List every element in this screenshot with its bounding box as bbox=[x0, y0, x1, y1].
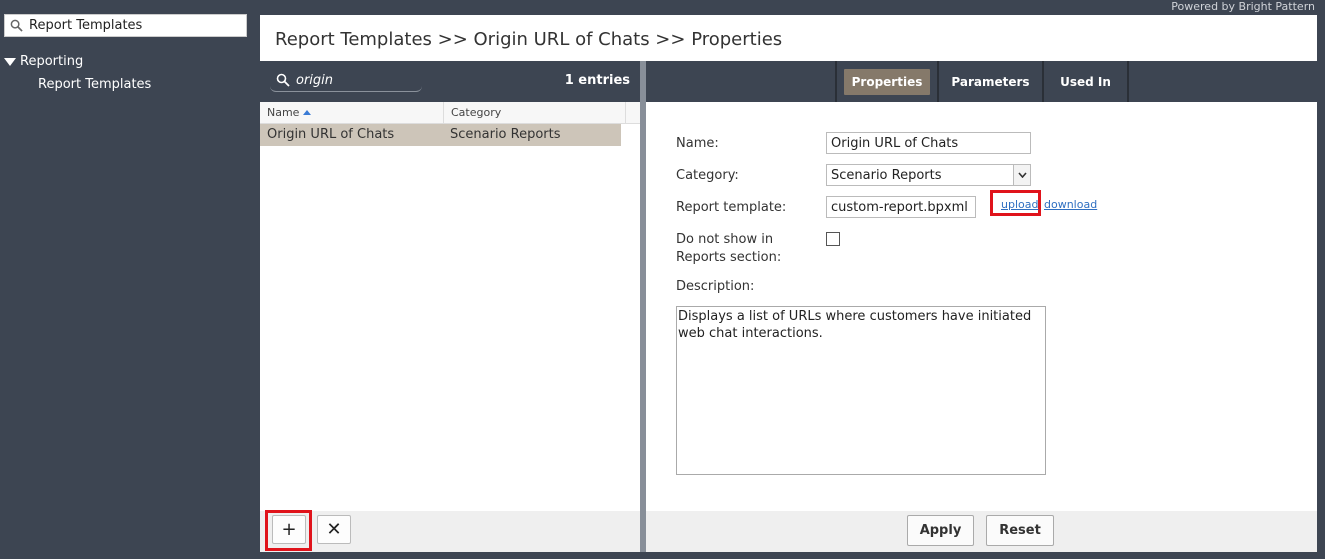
chevron-down-icon[interactable] bbox=[1013, 165, 1030, 185]
tabs-bar: Properties Parameters Used In bbox=[646, 61, 1317, 102]
list-search[interactable] bbox=[270, 69, 422, 92]
tab-properties-label: Properties bbox=[843, 68, 931, 95]
report-template-label: Report template: bbox=[676, 200, 787, 215]
row-name-cell: Origin URL of Chats bbox=[267, 127, 395, 142]
category-select-value: Scenario Reports bbox=[831, 168, 942, 183]
tab-used-in[interactable]: Used In bbox=[1042, 61, 1129, 102]
hide-in-reports-label-line2: Reports section: bbox=[676, 250, 782, 265]
grid-header: Name Category bbox=[260, 102, 640, 124]
tab-parameters-label: Parameters bbox=[951, 74, 1030, 89]
tree-item-report-templates[interactable]: Report Templates bbox=[38, 77, 151, 92]
category-select[interactable]: Scenario Reports bbox=[826, 164, 1031, 186]
report-template-field[interactable] bbox=[826, 196, 976, 218]
tree-item-reporting[interactable]: Reporting bbox=[4, 54, 83, 69]
column-header-name-label: Name bbox=[267, 106, 300, 119]
description-field[interactable]: Displays a list of URLs where customers … bbox=[676, 306, 1046, 475]
apply-button[interactable]: Apply bbox=[907, 515, 974, 546]
list-search-input[interactable] bbox=[296, 72, 416, 88]
list-footer: + ✕ bbox=[260, 510, 640, 552]
reset-button[interactable]: Reset bbox=[986, 515, 1054, 546]
name-field[interactable] bbox=[826, 132, 1031, 154]
column-header-category[interactable]: Category bbox=[444, 102, 626, 124]
breadcrumb: Report Templates >> Origin URL of Chats … bbox=[275, 29, 783, 50]
column-header-name[interactable]: Name bbox=[260, 102, 444, 124]
properties-footer: Apply Reset bbox=[646, 511, 1317, 552]
expand-triangle-icon[interactable] bbox=[4, 57, 16, 66]
sidebar-search-input[interactable] bbox=[29, 18, 239, 33]
delete-button[interactable]: ✕ bbox=[317, 515, 351, 544]
column-header-category-label: Category bbox=[451, 106, 502, 119]
upload-link[interactable]: upload bbox=[1001, 198, 1038, 211]
tab-properties[interactable]: Properties bbox=[835, 61, 939, 102]
row-category-cell: Scenario Reports bbox=[450, 127, 561, 142]
tree-item-reporting-label: Reporting bbox=[20, 54, 84, 69]
panel-splitter[interactable] bbox=[640, 61, 646, 552]
main-panel: Report Templates >> Origin URL of Chats … bbox=[260, 15, 1317, 552]
description-label: Description: bbox=[676, 279, 755, 294]
hide-in-reports-label: Do not show in Reports section: bbox=[676, 231, 781, 267]
tab-parameters[interactable]: Parameters bbox=[937, 61, 1044, 102]
download-link[interactable]: download bbox=[1044, 198, 1097, 211]
tab-used-in-label: Used In bbox=[1060, 74, 1111, 89]
sort-ascending-icon bbox=[303, 110, 312, 115]
search-icon bbox=[10, 19, 23, 32]
sidebar-search[interactable] bbox=[4, 14, 247, 37]
list-toolbar: 1 entries bbox=[260, 61, 640, 102]
entries-count: 1 entries bbox=[564, 73, 630, 88]
add-button[interactable]: + bbox=[272, 515, 306, 544]
name-label: Name: bbox=[676, 136, 719, 151]
table-row[interactable]: Origin URL of Chats Scenario Reports bbox=[260, 124, 621, 146]
category-label: Category: bbox=[676, 168, 739, 183]
hide-in-reports-label-line1: Do not show in bbox=[676, 232, 774, 247]
powered-by-text: Powered by Bright Pattern bbox=[1171, 0, 1315, 13]
search-icon bbox=[276, 73, 290, 87]
hide-in-reports-checkbox[interactable] bbox=[826, 232, 840, 246]
